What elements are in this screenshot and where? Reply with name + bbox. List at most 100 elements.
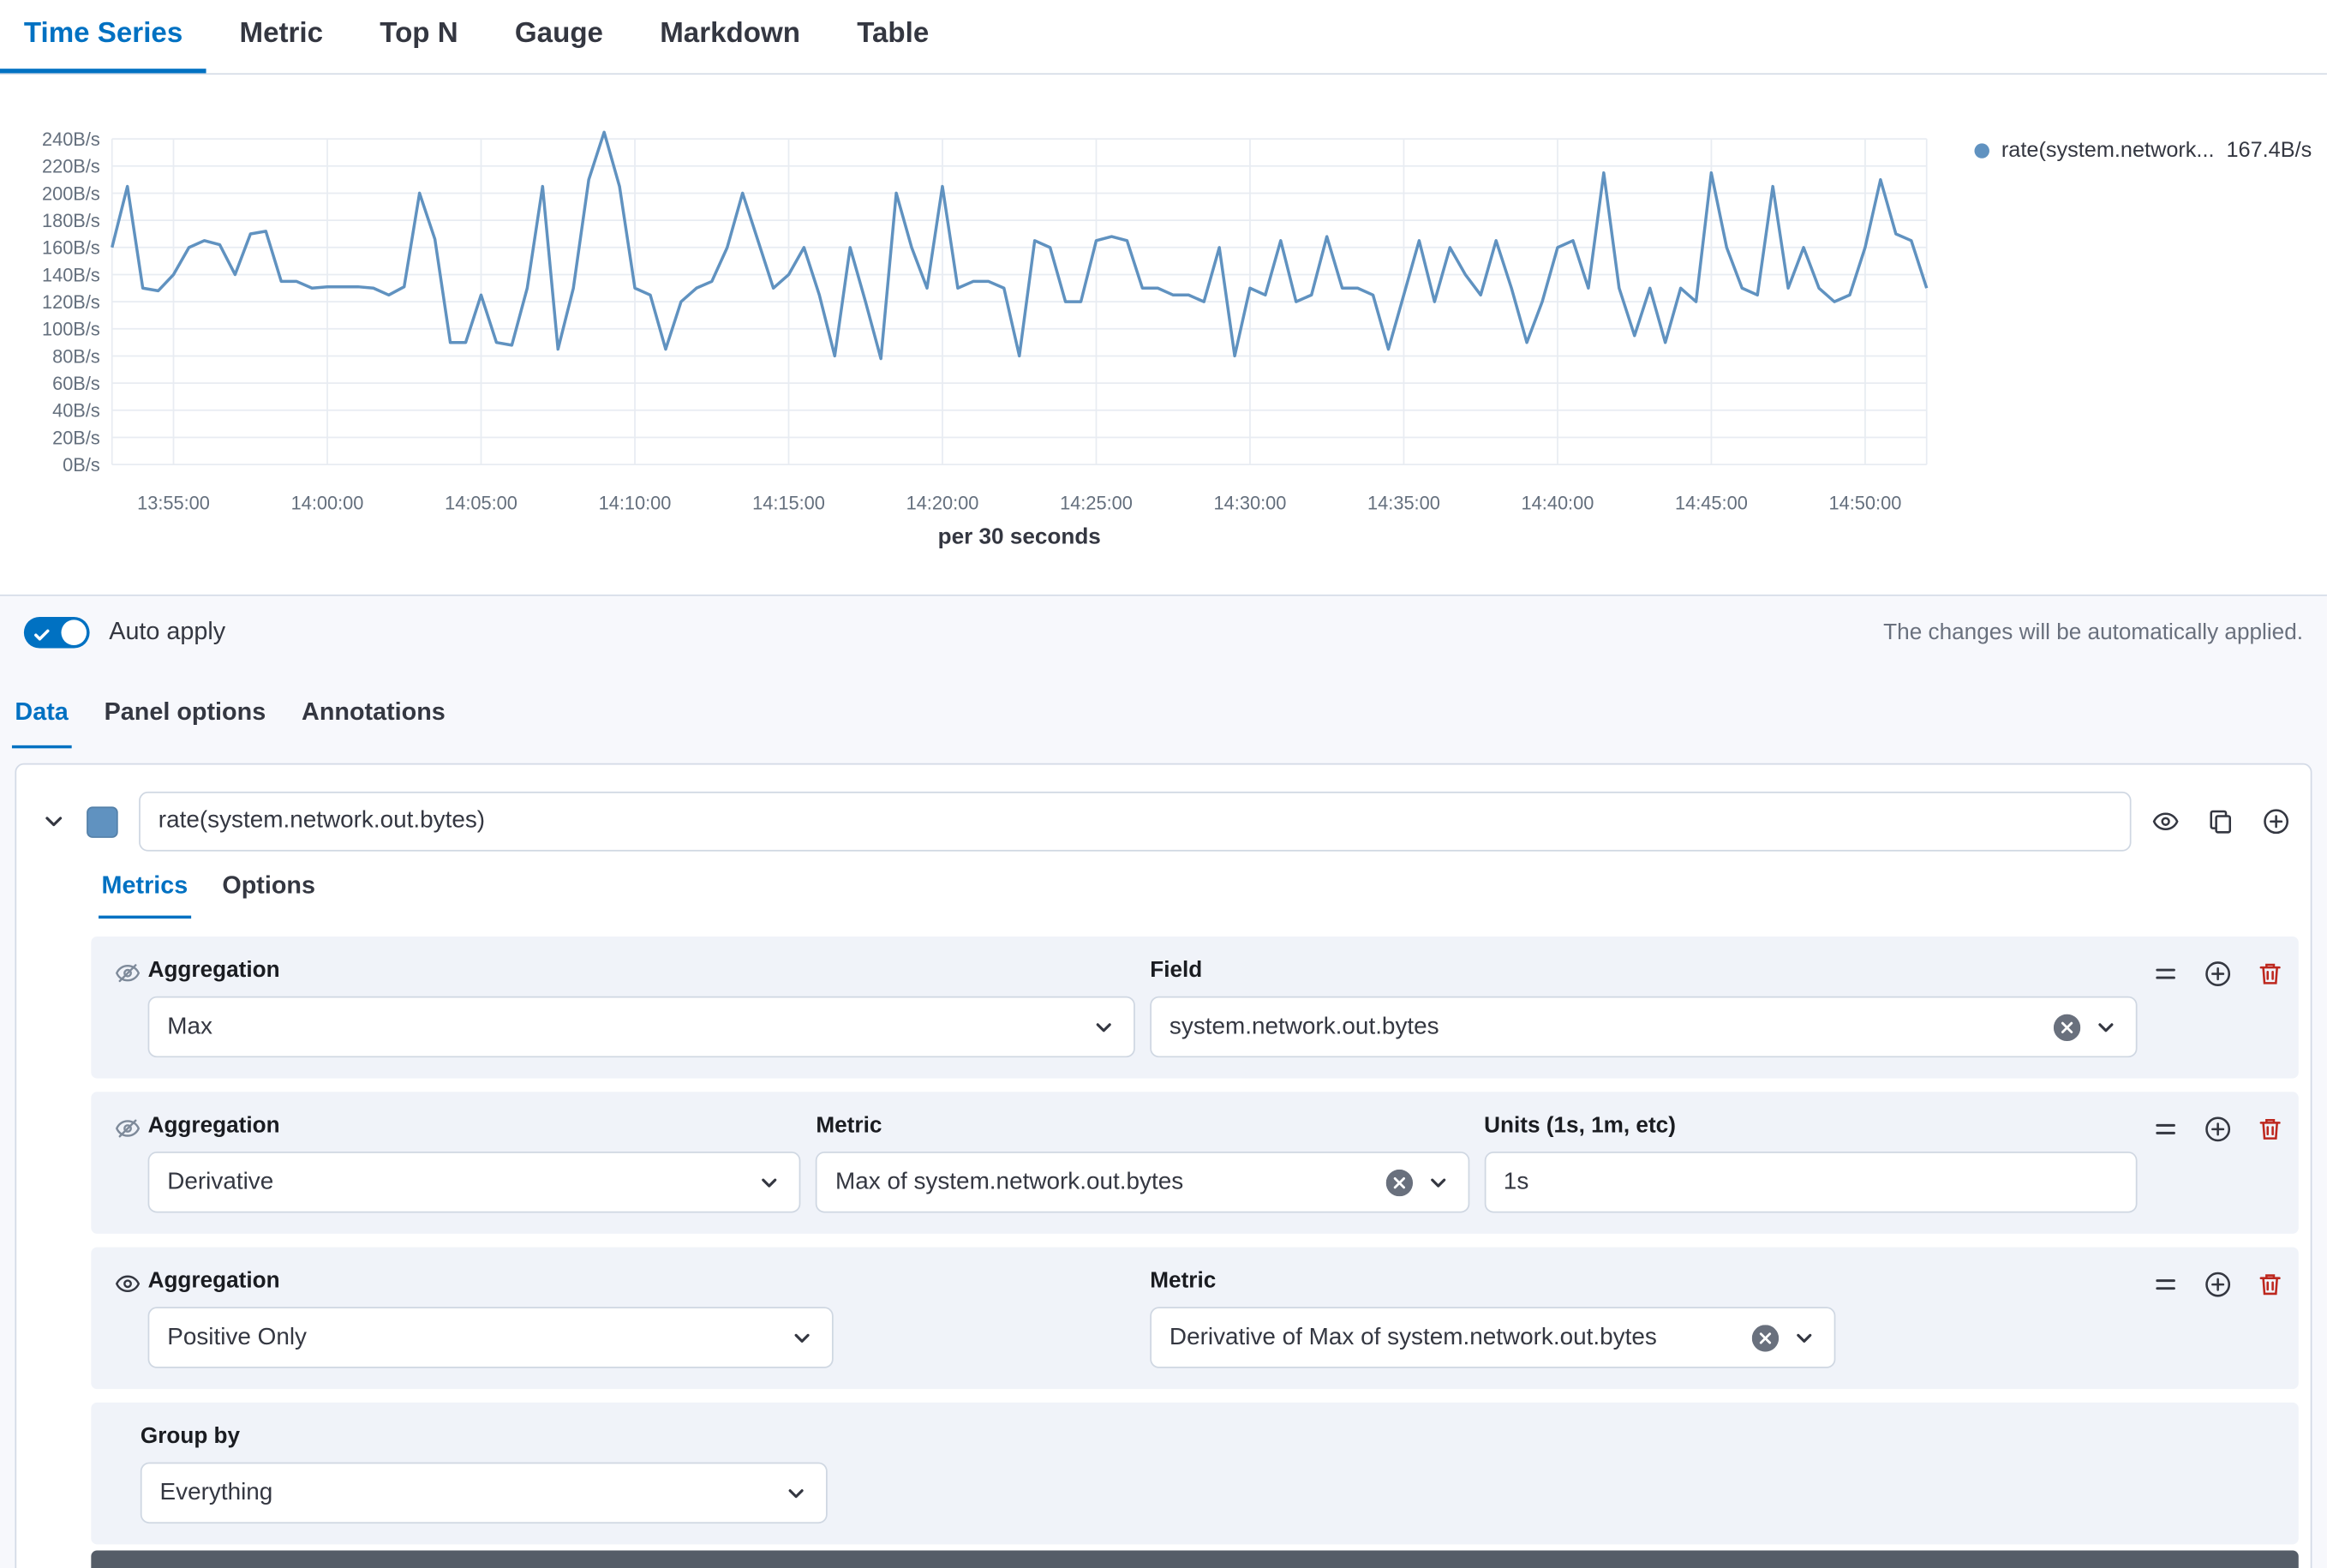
drag-handle-icon[interactable]	[2152, 961, 2179, 987]
plus-circle-icon[interactable]	[2263, 808, 2289, 835]
field-combobox[interactable]: system.network.out.bytes	[1150, 996, 2137, 1057]
metric-combobox[interactable]: Derivative of Max of system.network.out.…	[1150, 1307, 1836, 1368]
eye-slash-icon	[115, 1113, 147, 1213]
units-1s-1m-etc-input[interactable]: 1s	[1484, 1152, 2137, 1212]
svg-text:120B/s: 120B/s	[42, 291, 100, 313]
metric-label: Metric	[1150, 1268, 2137, 1294]
tab-panel-options[interactable]: Panel options	[101, 699, 269, 749]
aggregation-row: Aggregation Positive Only Metric Derivative…	[91, 1248, 2298, 1390]
copy-icon[interactable]	[2207, 808, 2234, 835]
chart-svg: 0B/s20B/s40B/s60B/s80B/s100B/s120B/s140B…	[0, 75, 1957, 567]
tab-top-n[interactable]: Top N	[356, 0, 482, 73]
metric-label: Metric	[816, 1113, 1469, 1139]
check-icon	[33, 622, 51, 650]
cross-in-circle-icon[interactable]	[1385, 1169, 1412, 1195]
chart-legend-item[interactable]: rate(system.network... 167.4B/s	[1975, 139, 2312, 163]
svg-text:13:55:00: 13:55:00	[137, 492, 210, 513]
field-label: Field	[1150, 957, 2137, 983]
timeseries-chart-panel: 0B/s20B/s40B/s60B/s80B/s100B/s120B/s140B…	[0, 75, 2327, 595]
control-value: Positive Only	[167, 1324, 791, 1350]
tab-annotations[interactable]: Annotations	[299, 699, 449, 749]
svg-text:60B/s: 60B/s	[52, 373, 100, 394]
svg-text:140B/s: 140B/s	[42, 264, 100, 285]
view-mode-tabs: Time SeriesMetricTop NGaugeMarkdownTable	[0, 0, 2327, 75]
svg-text:80B/s: 80B/s	[52, 345, 100, 367]
svg-text:14:35:00: 14:35:00	[1367, 492, 1440, 513]
chevron-down-icon[interactable]	[42, 810, 66, 834]
aggregation-select[interactable]: Derivative	[148, 1152, 801, 1212]
svg-text:100B/s: 100B/s	[42, 319, 100, 340]
drag-handle-icon[interactable]	[2152, 1116, 2179, 1142]
aggregation-rows: Aggregation Max Field system.network.out.by…	[91, 937, 2298, 1389]
tab-metrics[interactable]: Metrics	[99, 872, 191, 919]
group-by-select[interactable]: Everything	[141, 1463, 828, 1523]
eye-slash-icon	[115, 957, 147, 1057]
tab-table[interactable]: Table	[833, 0, 953, 73]
aggregation-select[interactable]: Max	[148, 996, 1135, 1057]
chevron-down-icon	[757, 1170, 781, 1194]
cross-in-circle-icon[interactable]	[1752, 1324, 1779, 1350]
aggregation-row-actions	[2152, 1271, 2283, 1297]
units-1s-1m-etc-label: Units (1s, 1m, etc)	[1484, 1113, 2137, 1139]
control-value: Derivative	[167, 1169, 757, 1195]
aggregation-row: Aggregation Derivative Metric Max of system…	[91, 1092, 2298, 1234]
aggregation-select[interactable]: Positive Only	[148, 1307, 834, 1368]
svg-text:14:00:00: 14:00:00	[291, 492, 364, 513]
plus-circle-icon[interactable]	[2204, 961, 2231, 987]
auto-apply-toggle[interactable]	[24, 616, 90, 648]
aggregation-row-actions	[2152, 1116, 2283, 1142]
aggregation-label: Aggregation	[148, 957, 1135, 983]
series-header-actions	[2152, 808, 2289, 835]
auto-apply-help-text: The changes will be automatically applie…	[1883, 619, 2303, 645]
eye-icon[interactable]	[2152, 808, 2179, 835]
svg-text:240B/s: 240B/s	[42, 129, 100, 150]
svg-text:14:20:00: 14:20:00	[906, 492, 979, 513]
svg-text:220B/s: 220B/s	[42, 156, 100, 177]
series-panel: Metrics Options Aggregation Max Field system…	[15, 763, 2312, 1568]
drag-handle-icon[interactable]	[2152, 1271, 2179, 1297]
cross-in-circle-icon[interactable]	[2054, 1014, 2080, 1040]
svg-text:14:25:00: 14:25:00	[1060, 492, 1133, 513]
tab-time-series[interactable]: Time Series	[0, 0, 206, 73]
auto-apply-row: Auto apply The changes will be automatic…	[0, 596, 2327, 668]
metric-combobox[interactable]: Max of system.network.out.bytes	[816, 1152, 1469, 1212]
series-color-dot-icon	[1975, 143, 1989, 158]
aggregation-row-actions	[2152, 961, 2283, 987]
trash-icon[interactable]	[2257, 1116, 2283, 1142]
svg-text:14:30:00: 14:30:00	[1214, 492, 1287, 513]
tab-data[interactable]: Data	[12, 699, 71, 749]
group-by-value: Everything	[160, 1480, 785, 1506]
chevron-down-icon	[2094, 1015, 2118, 1039]
chart-interval-note: per 30 seconds	[938, 524, 1101, 549]
plus-circle-icon[interactable]	[2204, 1271, 2231, 1297]
svg-text:20B/s: 20B/s	[52, 427, 100, 448]
trash-icon[interactable]	[2257, 961, 2283, 987]
tab-markdown[interactable]: Markdown	[636, 0, 824, 73]
chevron-down-icon	[1426, 1170, 1450, 1194]
aggregation-label: Aggregation	[148, 1268, 1135, 1294]
tab-options[interactable]: Options	[219, 872, 319, 919]
plus-circle-icon[interactable]	[2204, 1116, 2231, 1142]
control-value: Max of system.network.out.bytes	[835, 1169, 1385, 1195]
chevron-down-icon	[791, 1326, 815, 1350]
series-header	[16, 765, 2311, 852]
control-value: Derivative of Max of system.network.out.…	[1169, 1324, 1753, 1350]
series-color-swatch[interactable]	[87, 805, 118, 837]
trash-icon[interactable]	[2257, 1271, 2283, 1297]
legend-series-value: 167.4B/s	[2226, 139, 2312, 163]
aggregation-label: Aggregation	[148, 1113, 801, 1139]
tab-gauge[interactable]: Gauge	[491, 0, 627, 73]
eye-icon	[115, 1268, 147, 1368]
legend-series-label: rate(system.network...	[2001, 139, 2215, 163]
svg-text:40B/s: 40B/s	[52, 400, 100, 422]
group-by-section: Group by Everything	[91, 1403, 2298, 1545]
svg-text:14:45:00: 14:45:00	[1675, 492, 1748, 513]
chevron-down-icon	[1092, 1015, 1116, 1039]
series-label-input[interactable]	[139, 792, 2131, 852]
tab-metric[interactable]: Metric	[216, 0, 347, 73]
svg-text:14:15:00: 14:15:00	[752, 492, 825, 513]
group-by-label: Group by	[141, 1423, 2275, 1449]
svg-text:14:40:00: 14:40:00	[1522, 492, 1594, 513]
aggregation-row: Aggregation Max Field system.network.out.by…	[91, 937, 2298, 1079]
auto-apply-label: Auto apply	[109, 618, 225, 646]
